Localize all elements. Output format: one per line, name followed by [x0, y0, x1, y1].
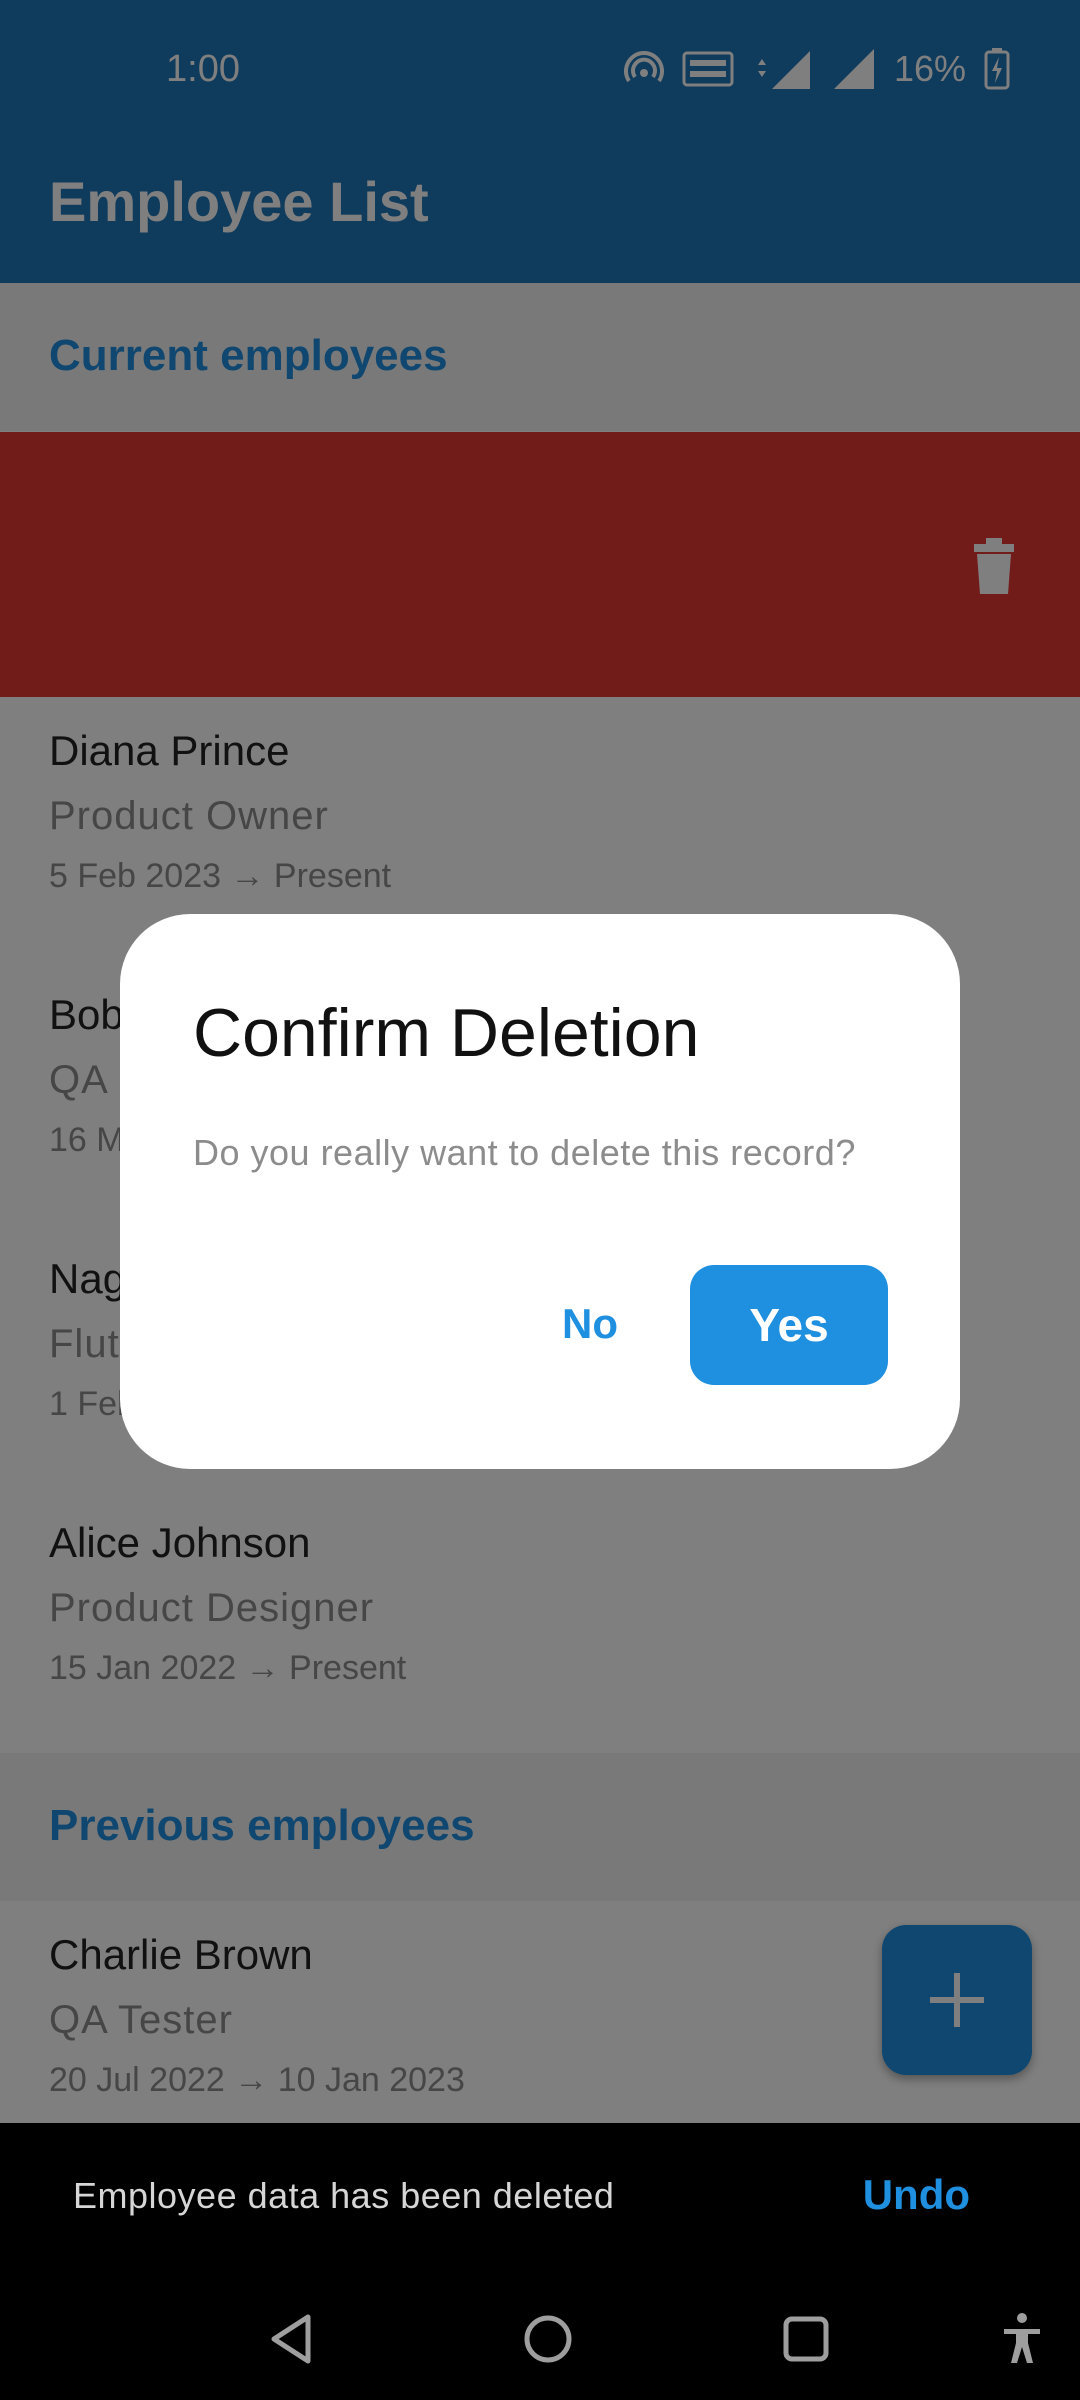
- no-button[interactable]: No: [510, 1264, 670, 1384]
- undo-button[interactable]: Undo: [863, 2171, 970, 2219]
- yes-button[interactable]: Yes: [690, 1265, 888, 1385]
- accessibility-icon[interactable]: [992, 2309, 1052, 2369]
- confirm-dialog: Confirm Deletion Do you really want to d…: [120, 914, 960, 1469]
- snackbar-message: Employee data has been deleted: [73, 2175, 615, 2216]
- recents-icon[interactable]: [776, 2309, 836, 2369]
- snackbar: Employee data has been deleted Undo: [0, 2123, 1080, 2271]
- back-icon[interactable]: [262, 2309, 322, 2369]
- dialog-title: Confirm Deletion: [193, 995, 700, 1071]
- dialog-message: Do you really want to delete this record…: [193, 1132, 856, 1173]
- system-nav-bar: [0, 2271, 1080, 2400]
- home-icon[interactable]: [518, 2309, 578, 2369]
